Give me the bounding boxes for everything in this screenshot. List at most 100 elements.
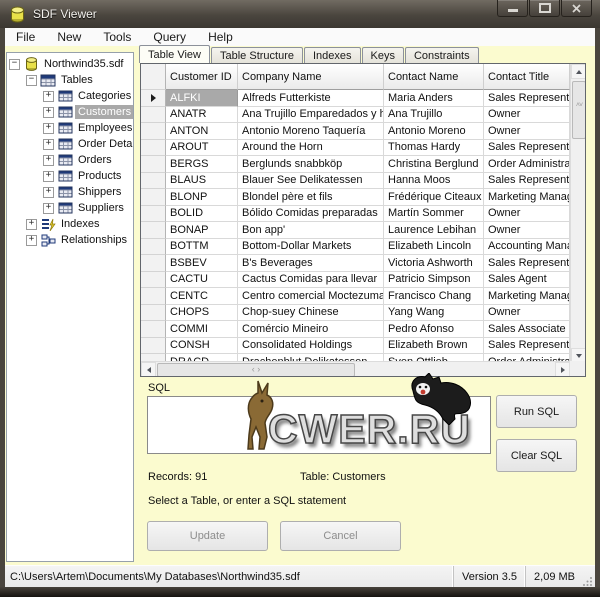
minimize-button[interactable] [497, 0, 528, 17]
menu-help[interactable]: Help [197, 28, 244, 46]
cell-contact-name[interactable]: Frédérique Citeaux [384, 189, 484, 206]
tree-item-label[interactable]: Order Details [75, 137, 134, 151]
menu-file[interactable]: File [5, 28, 46, 46]
cell-customer-id[interactable]: ALFKI [166, 90, 238, 107]
tree-item-tables[interactable]: − Tables [7, 72, 133, 88]
tree-item-label[interactable]: Customers [75, 105, 134, 119]
row-selector[interactable] [141, 90, 166, 107]
tree-item-categories[interactable]: + Categories [7, 88, 133, 104]
tree-item-order-details[interactable]: + Order Details [7, 136, 133, 152]
tab-table-view[interactable]: Table View [139, 45, 210, 63]
cell-company-name[interactable]: Chop-suey Chinese [238, 305, 384, 322]
cell-contact-name[interactable]: Hanna Moos [384, 173, 484, 190]
cell-customer-id[interactable]: BONAP [166, 222, 238, 239]
tree-expander-icon[interactable]: + [43, 139, 54, 150]
table-row[interactable]: ALFKI Alfreds Futterkiste Maria Anders S… [141, 90, 585, 107]
cell-customer-id[interactable]: CACTU [166, 272, 238, 289]
horizontal-scrollbar[interactable] [141, 361, 570, 376]
cell-company-name[interactable]: Bólido Comidas preparadas [238, 206, 384, 223]
tree-item-label[interactable]: Categories [75, 89, 134, 103]
cell-contact-name[interactable]: Maria Anders [384, 90, 484, 107]
tree-item-products[interactable]: + Products [7, 168, 133, 184]
cell-contact-title[interactable]: Sales Representative [484, 338, 570, 355]
cell-customer-id[interactable]: CHOPS [166, 305, 238, 322]
table-row[interactable]: AROUT Around the Horn Thomas Hardy Sales… [141, 140, 585, 157]
cell-company-name[interactable]: Consolidated Holdings [238, 338, 384, 355]
cell-contact-name[interactable]: Victoria Ashworth [384, 255, 484, 272]
run-sql-button[interactable]: Run SQL [496, 395, 577, 428]
cell-contact-title[interactable]: Owner [484, 206, 570, 223]
table-row[interactable]: COMMI Comércio Mineiro Pedro Afonso Sale… [141, 321, 585, 338]
cell-customer-id[interactable]: BLAUS [166, 173, 238, 190]
scroll-right-button[interactable] [555, 362, 570, 377]
tree-expander-icon[interactable]: + [43, 107, 54, 118]
tree-item-label[interactable]: Employees [75, 121, 134, 135]
menu-query[interactable]: Query [142, 28, 197, 46]
cell-customer-id[interactable]: BOTTM [166, 239, 238, 256]
cell-contact-name[interactable]: Francisco Chang [384, 288, 484, 305]
row-selector[interactable] [141, 156, 166, 173]
table-row[interactable]: CACTU Cactus Comidas para llevar Patrici… [141, 272, 585, 289]
tree-item-label[interactable]: Indexes [58, 217, 103, 231]
cell-company-name[interactable]: Ana Trujillo Emparedados y helados [238, 107, 384, 124]
tree-item-relationships[interactable]: + Relationships [7, 232, 133, 248]
tab-keys[interactable]: Keys [362, 47, 404, 63]
row-selector[interactable] [141, 288, 166, 305]
cell-customer-id[interactable]: AROUT [166, 140, 238, 157]
table-row[interactable]: ANTON Antonio Moreno Taquería Antonio Mo… [141, 123, 585, 140]
menu-new[interactable]: New [46, 28, 92, 46]
tree-item-label[interactable]: Relationships [58, 233, 130, 247]
cancel-button[interactable]: Cancel [280, 521, 401, 551]
column-header-company-name[interactable]: Company Name [238, 64, 384, 90]
tree-expander-icon[interactable]: + [43, 123, 54, 134]
sql-input[interactable] [147, 396, 491, 454]
row-selector[interactable] [141, 173, 166, 190]
tree-item-label[interactable]: Shippers [75, 185, 124, 199]
close-button[interactable] [561, 0, 592, 17]
scroll-left-button[interactable] [141, 362, 156, 377]
tree-item-suppliers[interactable]: + Suppliers [7, 200, 133, 216]
maximize-button[interactable] [529, 0, 560, 17]
tree-expander-icon[interactable]: + [26, 219, 37, 230]
tree-expander-icon[interactable]: + [43, 203, 54, 214]
cell-company-name[interactable]: Cactus Comidas para llevar [238, 272, 384, 289]
tab-table-structure[interactable]: Table Structure [211, 47, 303, 63]
tree-expander-icon[interactable]: + [43, 91, 54, 102]
cell-contact-title[interactable]: Owner [484, 222, 570, 239]
tree-expander-icon[interactable]: + [43, 187, 54, 198]
cell-contact-name[interactable]: Pedro Afonso [384, 321, 484, 338]
table-row[interactable]: BONAP Bon app' Laurence Lebihan Owner [141, 222, 585, 239]
row-selector[interactable] [141, 321, 166, 338]
column-header-contact-title[interactable]: Contact Title [484, 64, 570, 90]
tree-item-indexes[interactable]: + Indexes [7, 216, 133, 232]
cell-company-name[interactable]: Blondel père et fils [238, 189, 384, 206]
table-row[interactable]: CONSH Consolidated Holdings Elizabeth Br… [141, 338, 585, 355]
cell-contact-title[interactable]: Sales Representative [484, 173, 570, 190]
tree-item-label[interactable]: Suppliers [75, 201, 127, 215]
cell-customer-id[interactable]: BSBEV [166, 255, 238, 272]
tab-constraints[interactable]: Constraints [405, 47, 479, 63]
cell-company-name[interactable]: Blauer See Delikatessen [238, 173, 384, 190]
cell-contact-name[interactable]: Christina Berglund [384, 156, 484, 173]
table-row[interactable]: BERGS Berglunds snabbköp Christina Bergl… [141, 156, 585, 173]
cell-company-name[interactable]: Centro comercial Moctezuma [238, 288, 384, 305]
cell-contact-name[interactable]: Martín Sommer [384, 206, 484, 223]
cell-customer-id[interactable]: BERGS [166, 156, 238, 173]
cell-company-name[interactable]: Around the Horn [238, 140, 384, 157]
cell-contact-title[interactable]: Sales Representative [484, 140, 570, 157]
table-row[interactable]: BLAUS Blauer See Delikatessen Hanna Moos… [141, 173, 585, 190]
cell-contact-title[interactable]: Marketing Manager [484, 189, 570, 206]
scroll-up-button[interactable] [571, 64, 586, 79]
cell-contact-title[interactable]: Sales Representative [484, 90, 570, 107]
cell-contact-title[interactable]: Accounting Manager [484, 239, 570, 256]
cell-company-name[interactable]: B's Beverages [238, 255, 384, 272]
row-selector[interactable] [141, 222, 166, 239]
cell-contact-name[interactable]: Elizabeth Brown [384, 338, 484, 355]
cell-company-name[interactable]: Bottom-Dollar Markets [238, 239, 384, 256]
tree-item-label[interactable]: Northwind35.sdf [41, 57, 127, 71]
tree-item-employees[interactable]: + Employees [7, 120, 133, 136]
table-row[interactable]: BLONP Blondel père et fils Frédérique Ci… [141, 189, 585, 206]
cell-company-name[interactable]: Comércio Mineiro [238, 321, 384, 338]
cell-customer-id[interactable]: CENTC [166, 288, 238, 305]
cell-contact-title[interactable]: Sales Associate [484, 321, 570, 338]
